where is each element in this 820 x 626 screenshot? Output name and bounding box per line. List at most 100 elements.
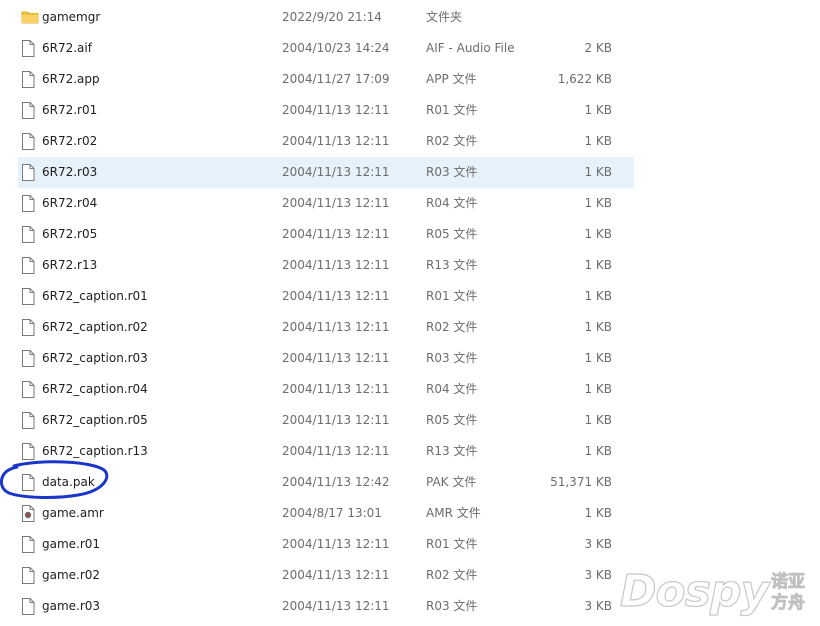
file-icon: [21, 567, 37, 584]
file-icon: [21, 40, 37, 57]
file-size: 1,622 KB: [557, 72, 612, 86]
file-size: 1 KB: [584, 134, 612, 148]
file-size: 1 KB: [584, 320, 612, 334]
file-type: R02 文件: [426, 134, 478, 148]
file-size: 3 KB: [584, 537, 612, 551]
file-size: 1 KB: [584, 103, 612, 117]
file-row[interactable]: 6R72_caption.r04 2004/11/13 12:11 R04 文件 1 …: [18, 374, 634, 405]
file-type: AMR 文件: [426, 506, 481, 520]
file-icon: [21, 226, 37, 243]
file-row[interactable]: game.r02 2004/11/13 12:11 R02 文件 3 KB: [18, 560, 634, 591]
file-date: 2004/11/13 12:11: [282, 103, 390, 117]
file-name: game.amr: [42, 506, 104, 520]
file-type: R05 文件: [426, 413, 478, 427]
file-date: 2004/11/13 12:11: [282, 258, 390, 272]
file-size: 3 KB: [584, 568, 612, 582]
file-date: 2004/11/13 12:11: [282, 227, 390, 241]
file-name: 6R72_caption.r05: [42, 413, 148, 427]
file-size: 1 KB: [584, 258, 612, 272]
file-row[interactable]: 6R72.r13 2004/11/13 12:11 R13 文件 1 KB: [18, 250, 634, 281]
file-icon: [21, 474, 37, 491]
file-icon: [21, 319, 37, 336]
file-type: R01 文件: [426, 537, 478, 551]
file-row[interactable]: 6R72_caption.r05 2004/11/13 12:11 R05 文件 1 …: [18, 405, 634, 436]
file-icon: [21, 381, 37, 398]
file-name: 6R72.r03: [42, 165, 98, 179]
file-row[interactable]: 6R72.app 2004/11/27 17:09 APP 文件 1,622 KB: [18, 64, 634, 95]
file-icon: [21, 536, 37, 553]
file-name: 6R72.r02: [42, 134, 98, 148]
file-type: R03 文件: [426, 351, 478, 365]
file-date: 2004/11/13 12:11: [282, 599, 390, 613]
file-type: AIF - Audio File: [426, 41, 515, 55]
file-row[interactable]: 6R72.r05 2004/11/13 12:11 R05 文件 1 KB: [18, 219, 634, 250]
file-row[interactable]: game.amr 2004/8/17 13:01 AMR 文件 1 KB: [18, 498, 634, 529]
file-date: 2004/11/13 12:11: [282, 537, 390, 551]
file-size: 1 KB: [584, 165, 612, 179]
file-row[interactable]: 6R72.r01 2004/11/13 12:11 R01 文件 1 KB: [18, 95, 634, 126]
file-date: 2004/11/13 12:11: [282, 568, 390, 582]
file-date: 2022/9/20 21:14: [282, 10, 382, 24]
file-row[interactable]: 6R72_caption.r02 2004/11/13 12:11 R02 文件 1 …: [18, 312, 634, 343]
file-size: 1 KB: [584, 227, 612, 241]
file-size: 1 KB: [584, 506, 612, 520]
file-name: 6R72_caption.r13: [42, 444, 148, 458]
file-date: 2004/11/13 12:11: [282, 320, 390, 334]
file-date: 2004/11/13 12:11: [282, 289, 390, 303]
file-date: 2004/11/13 12:11: [282, 165, 390, 179]
file-name: 6R72_caption.r04: [42, 382, 148, 396]
file-name: game.r02: [42, 568, 101, 582]
file-type: R13 文件: [426, 444, 478, 458]
file-size: 3 KB: [584, 599, 612, 613]
file-type: R02 文件: [426, 320, 478, 334]
file-icon: [21, 102, 37, 119]
file-name: game.r03: [42, 599, 101, 613]
file-date: 2004/11/13 12:11: [282, 382, 390, 396]
file-size: 1 KB: [584, 413, 612, 427]
file-name: 6R72.r04: [42, 196, 98, 210]
file-icon: [21, 71, 37, 88]
file-date: 2004/11/13 12:11: [282, 444, 390, 458]
file-name: gamemgr: [42, 10, 101, 24]
file-row[interactable]: 6R72.r02 2004/11/13 12:11 R02 文件 1 KB: [18, 126, 634, 157]
file-row[interactable]: game.r01 2004/11/13 12:11 R01 文件 3 KB: [18, 529, 634, 560]
file-icon: [21, 598, 37, 615]
file-type: R01 文件: [426, 103, 478, 117]
file-row[interactable]: 6R72_caption.r01 2004/11/13 12:11 R01 文件 1 …: [18, 281, 634, 312]
file-name: 6R72.r01: [42, 103, 98, 117]
file-row[interactable]: 6R72_caption.r03 2004/11/13 12:11 R03 文件 1 …: [18, 343, 634, 374]
file-icon: [21, 133, 37, 150]
file-name: 6R72_caption.r02: [42, 320, 148, 334]
file-type: R03 文件: [426, 165, 478, 179]
file-date: 2004/11/13 12:11: [282, 413, 390, 427]
file-row[interactable]: 6R72.r03 2004/11/13 12:11 R03 文件 1 KB: [18, 157, 634, 188]
file-type: R04 文件: [426, 196, 478, 210]
file-row[interactable]: data.pak 2004/11/13 12:42 PAK 文件 51,371 KB: [18, 467, 634, 498]
file-date: 2004/11/13 12:11: [282, 134, 390, 148]
file-icon: [21, 257, 37, 274]
file-type: R03 文件: [426, 599, 478, 613]
file-icon: [21, 443, 37, 460]
file-type: R05 文件: [426, 227, 478, 241]
file-date: 2004/10/23 14:24: [282, 41, 390, 55]
file-size: 1 KB: [584, 351, 612, 365]
file-date: 2004/11/27 17:09: [282, 72, 390, 86]
file-type: 文件夹: [426, 10, 463, 24]
audio-file-icon: [21, 505, 37, 522]
file-row[interactable]: gamemgr 2022/9/20 21:14 文件夹: [18, 2, 634, 33]
file-name: data.pak: [42, 475, 95, 489]
file-type: PAK 文件: [426, 475, 477, 489]
file-name: 6R72.aif: [42, 41, 92, 55]
file-name: 6R72_caption.r01: [42, 289, 148, 303]
file-row[interactable]: 6R72.aif 2004/10/23 14:24 AIF - Audio File…: [18, 33, 634, 64]
file-type: R13 文件: [426, 258, 478, 272]
file-icon: [21, 350, 37, 367]
file-row[interactable]: game.r03 2004/11/13 12:11 R03 文件 3 KB: [18, 591, 634, 622]
file-date: 2004/11/13 12:11: [282, 196, 390, 210]
file-row[interactable]: 6R72.r04 2004/11/13 12:11 R04 文件 1 KB: [18, 188, 634, 219]
file-name: 6R72.r13: [42, 258, 98, 272]
file-row[interactable]: 6R72_caption.r13 2004/11/13 12:11 R13 文件 1 …: [18, 436, 634, 467]
file-type: R04 文件: [426, 382, 478, 396]
file-size: 1 KB: [584, 382, 612, 396]
file-size: 51,371 KB: [550, 475, 612, 489]
